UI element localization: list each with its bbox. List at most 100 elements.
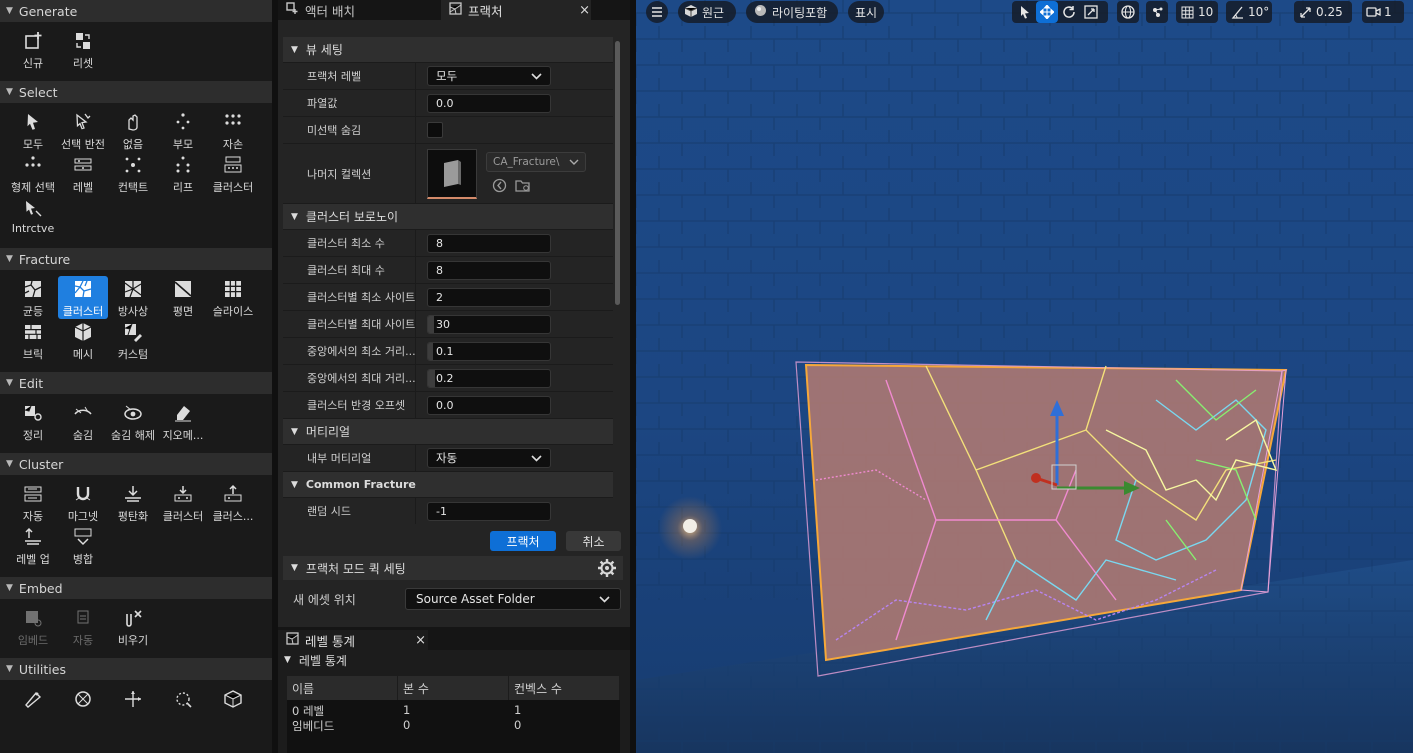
grid-snap-button[interactable]: 10 <box>1176 1 1218 23</box>
dropdown[interactable]: 자동 <box>427 448 551 468</box>
asset-dropdown[interactable]: CA_Fracture\ <box>486 151 586 172</box>
tab-fracture[interactable]: 프랙처 <box>440 0 591 20</box>
tool-button[interactable] <box>8 686 58 729</box>
number-field[interactable]: 0.2 <box>427 368 551 388</box>
tool-button[interactable]: 클러스터 <box>58 276 108 319</box>
property-category[interactable]: ▼ 머티리얼 <box>283 419 613 445</box>
gear-icon[interactable] <box>597 558 617 581</box>
tool-button[interactable]: 레벨 업 <box>8 524 58 567</box>
section-header-utilities[interactable]: ▼ Utilities <box>0 658 272 680</box>
tool-button[interactable]: 클러스터 <box>208 152 258 195</box>
tool-button[interactable]: 정리 <box>8 400 58 443</box>
asset-location-dropdown[interactable]: Source Asset Folder <box>405 588 621 610</box>
number-field[interactable]: 8 <box>427 260 551 280</box>
tool-button[interactable]: 브릭 <box>8 319 58 362</box>
viewport-menu-button[interactable] <box>646 1 668 23</box>
tool-button[interactable] <box>108 686 158 729</box>
tool-button[interactable]: 신규 <box>8 28 58 71</box>
tool-button[interactable]: Intrctve <box>8 195 58 238</box>
camera-speed-button[interactable]: 1 <box>1362 1 1404 23</box>
section-header-fracture[interactable]: ▼ Fracture <box>0 248 272 270</box>
tool-button[interactable]: 자동 <box>58 605 108 648</box>
section-header-select[interactable]: ▼ Select <box>0 81 272 103</box>
tool-button[interactable]: 클러스터 <box>158 481 208 524</box>
panel-splitter[interactable] <box>272 0 278 753</box>
tool-button[interactable]: 리셋 <box>58 28 108 71</box>
stats-section-header[interactable]: ▼ 레벨 통계 <box>278 650 630 670</box>
column-header-convex[interactable]: 컨벡스 수 <box>509 676 620 700</box>
tab-level-stats[interactable]: 레벨 통계 <box>278 630 428 650</box>
property-category[interactable]: ▼ 뷰 세팅 <box>283 37 613 63</box>
number-field[interactable]: 8 <box>427 233 551 253</box>
fracture-button[interactable]: 프랙처 <box>490 531 556 551</box>
section-header-cluster[interactable]: ▼ Cluster <box>0 453 272 475</box>
section-header-edit[interactable]: ▼ Edit <box>0 372 272 394</box>
table-row[interactable]: 0 레벨 1 1 <box>287 703 620 718</box>
property-category[interactable]: ▼ 클러스터 보로노이 <box>283 204 613 230</box>
tool-button[interactable]: 부모 <box>158 109 208 152</box>
number-field[interactable]: 30 <box>427 314 551 334</box>
tool-button[interactable]: 마그넷 <box>58 481 108 524</box>
property-category[interactable]: ▼ Common Fracture <box>283 472 613 498</box>
tool-button[interactable]: 없음 <box>108 109 158 152</box>
table-row[interactable]: 임베디드 0 0 <box>287 718 620 733</box>
column-header-name[interactable]: 이름 <box>287 676 398 700</box>
tool-button[interactable]: 클러스... <box>208 481 258 524</box>
use-selected-icon[interactable] <box>492 178 507 196</box>
tool-button[interactable]: 임베드 <box>8 605 58 648</box>
asset-thumbnail[interactable] <box>427 148 477 199</box>
section-header-generate[interactable]: ▼ Generate <box>0 0 272 22</box>
close-icon[interactable]: × <box>415 630 426 650</box>
panel-splitter[interactable] <box>630 0 636 753</box>
translate-icon[interactable] <box>1036 1 1058 23</box>
property-scrollbar[interactable] <box>615 41 620 305</box>
number-field[interactable]: 0.0 <box>427 395 551 415</box>
tool-button[interactable]: 자동 <box>8 481 58 524</box>
tool-button[interactable]: 병합 <box>58 524 108 567</box>
tool-button[interactable]: 지오메... <box>158 400 208 443</box>
rotate-icon[interactable] <box>1058 1 1080 23</box>
perspective-button[interactable]: 원근 <box>678 1 736 23</box>
tool-button[interactable]: 커스텀 <box>108 319 158 362</box>
tool-button[interactable]: 균등 <box>8 276 58 319</box>
number-field[interactable]: 0.0 <box>427 93 551 113</box>
select-cursor-icon[interactable] <box>1014 1 1036 23</box>
world-local-button[interactable] <box>1117 1 1139 23</box>
tool-button[interactable]: 비우기 <box>108 605 158 648</box>
section-header-embed[interactable]: ▼ Embed <box>0 577 272 599</box>
number-field[interactable]: 2 <box>427 287 551 307</box>
scale-snap-button[interactable]: 0.25 <box>1294 1 1352 23</box>
dropdown[interactable]: 모두 <box>427 66 551 86</box>
tool-button[interactable]: 선택 반전 <box>58 109 108 152</box>
scale-icon[interactable] <box>1080 1 1102 23</box>
level-viewport[interactable]: 원근 라이팅포함 표시 10 10° 0.25 1 <box>636 0 1413 753</box>
tool-button[interactable]: 모두 <box>8 109 58 152</box>
quick-settings-header[interactable]: ▼ 프랙처 모드 퀵 세팅 <box>283 556 623 580</box>
close-icon[interactable]: × <box>579 0 590 20</box>
column-header-bones[interactable]: 본 수 <box>398 676 509 700</box>
number-field[interactable]: 0.1 <box>427 341 551 361</box>
number-field[interactable]: -1 <box>427 501 551 521</box>
tool-button[interactable]: 메시 <box>58 319 108 362</box>
tool-button[interactable]: 슬라이스 <box>208 276 258 319</box>
browse-folder-icon[interactable] <box>515 178 531 196</box>
surface-snap-button[interactable] <box>1146 1 1168 23</box>
tool-button[interactable]: 평탄화 <box>108 481 158 524</box>
show-button[interactable]: 표시 <box>848 1 884 23</box>
tab-place-actors[interactable]: 액터 배치 <box>278 0 363 20</box>
tool-button[interactable]: 숨김 <box>58 400 108 443</box>
tool-button[interactable]: 형제 선택 <box>8 152 58 195</box>
view-mode-button[interactable]: 라이팅포함 <box>746 1 838 23</box>
tool-button[interactable]: 리프 <box>158 152 208 195</box>
tool-button[interactable] <box>208 686 258 729</box>
tool-button[interactable]: 컨택트 <box>108 152 158 195</box>
tool-button[interactable]: 숨김 해제 <box>108 400 158 443</box>
checkbox[interactable] <box>427 122 443 138</box>
cancel-button[interactable]: 취소 <box>566 531 621 551</box>
rotation-snap-button[interactable]: 10° <box>1226 1 1272 23</box>
tool-button[interactable] <box>58 686 108 729</box>
tool-button[interactable]: 평면 <box>158 276 208 319</box>
tool-button[interactable]: 자손 <box>208 109 258 152</box>
tool-button[interactable]: 레벨 <box>58 152 108 195</box>
tool-button[interactable]: 방사상 <box>108 276 158 319</box>
